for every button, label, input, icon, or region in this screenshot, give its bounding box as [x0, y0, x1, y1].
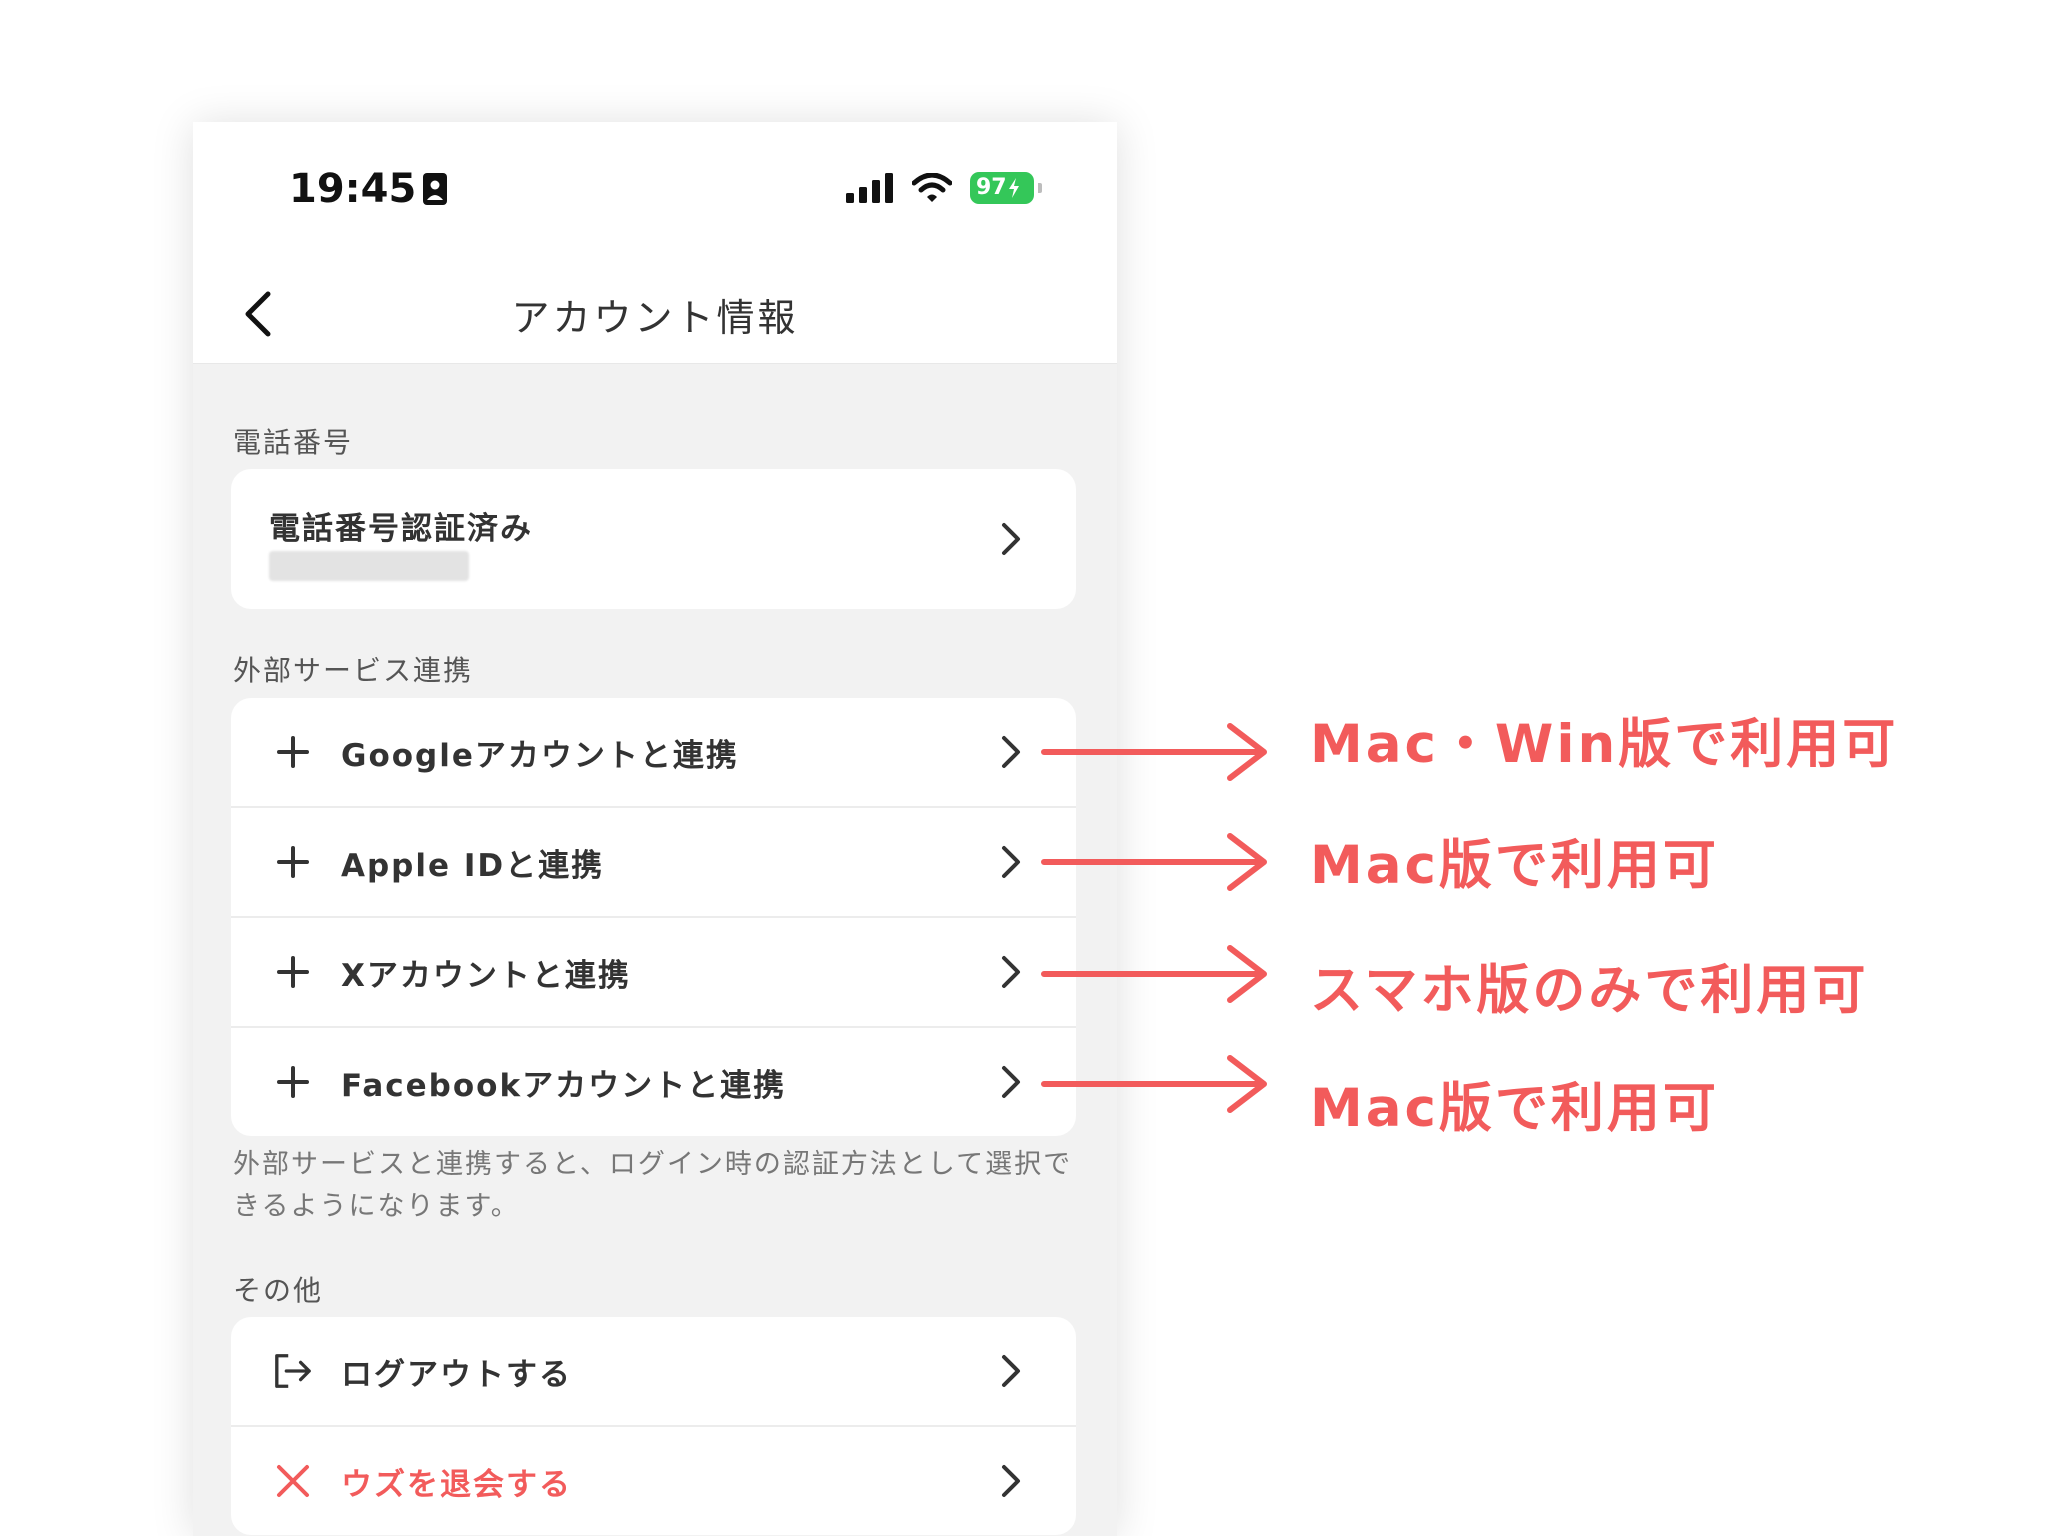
link-facebook-row[interactable]: Facebookアカウントと連携	[231, 1028, 1076, 1136]
external-services-card: Googleアカウントと連携 Apple IDと連携 Xアカウントと連携 Fac…	[231, 698, 1076, 1136]
link-facebook-label: Facebookアカウントと連携	[341, 1067, 787, 1104]
battery-level: 97	[976, 175, 1007, 200]
plus-icon	[273, 842, 313, 882]
signal-icon	[846, 173, 893, 203]
link-apple-label: Apple IDと連携	[341, 847, 605, 884]
annotation-apple: Mac版で利用可	[1310, 835, 1719, 896]
plus-icon	[273, 732, 313, 772]
annotation-arrow-icon	[1041, 1055, 1267, 1113]
link-google-label: Googleアカウントと連携	[341, 737, 739, 774]
battery-cap	[1038, 183, 1042, 193]
masked-phone-number	[269, 551, 469, 581]
id-card-icon	[423, 173, 448, 205]
annotation-x: スマホ版のみで利用可	[1310, 960, 1869, 1021]
chevron-right-icon	[998, 1351, 1024, 1391]
plus-icon	[273, 952, 313, 992]
logout-row[interactable]: ログアウトする	[231, 1317, 1076, 1427]
annotation-facebook: Mac版で利用可	[1310, 1078, 1719, 1139]
chevron-right-icon	[998, 519, 1024, 559]
status-indicators: 97	[846, 172, 1042, 204]
external-services-note: 外部サービスと連携すると、ログイン時の認証方法として選択できるようになります。	[233, 1149, 1073, 1222]
status-time: 19:45	[289, 166, 448, 212]
status-time-text: 19:45	[289, 166, 417, 212]
link-x-row[interactable]: Xアカウントと連携	[231, 918, 1076, 1028]
annotation-arrow-icon	[1041, 833, 1267, 891]
annotation-arrow-icon	[1041, 945, 1267, 1003]
chevron-right-icon	[998, 842, 1024, 882]
close-icon	[273, 1461, 313, 1501]
section-label-phone: 電話番号	[233, 426, 354, 459]
withdraw-row[interactable]: ウズを退会する	[231, 1427, 1076, 1535]
phone-verified-row[interactable]: 電話番号認証済み	[231, 469, 1076, 609]
withdraw-label: ウズを退会する	[341, 1466, 572, 1503]
section-label-other: その他	[233, 1274, 324, 1307]
plus-icon	[273, 1062, 313, 1102]
link-x-label: Xアカウントと連携	[341, 957, 631, 994]
link-apple-row[interactable]: Apple IDと連携	[231, 808, 1076, 918]
logout-icon	[273, 1351, 313, 1391]
header: 19:45 97 アカウント情報	[193, 122, 1117, 364]
charging-bolt-icon	[1008, 178, 1019, 198]
chevron-right-icon	[998, 1461, 1024, 1501]
wifi-icon	[912, 173, 952, 202]
page-title: アカウント情報	[511, 296, 799, 340]
chevron-right-icon	[998, 1062, 1024, 1102]
phone-screen: 19:45 97 アカウント情報 電話番号 電話番号認証済み 外部サービス連携 …	[193, 122, 1117, 1536]
section-label-external: 外部サービス連携	[233, 654, 474, 687]
phone-verified-title: 電話番号認証済み	[269, 511, 533, 547]
logout-label: ログアウトする	[341, 1356, 572, 1393]
other-card: ログアウトする ウズを退会する	[231, 1317, 1076, 1535]
battery-indicator: 97	[970, 172, 1034, 204]
annotation-google: Mac・Win版で利用可	[1310, 714, 1899, 775]
chevron-right-icon	[998, 952, 1024, 992]
annotation-arrow-icon	[1041, 723, 1267, 781]
link-google-row[interactable]: Googleアカウントと連携	[231, 698, 1076, 808]
chevron-right-icon	[998, 732, 1024, 772]
